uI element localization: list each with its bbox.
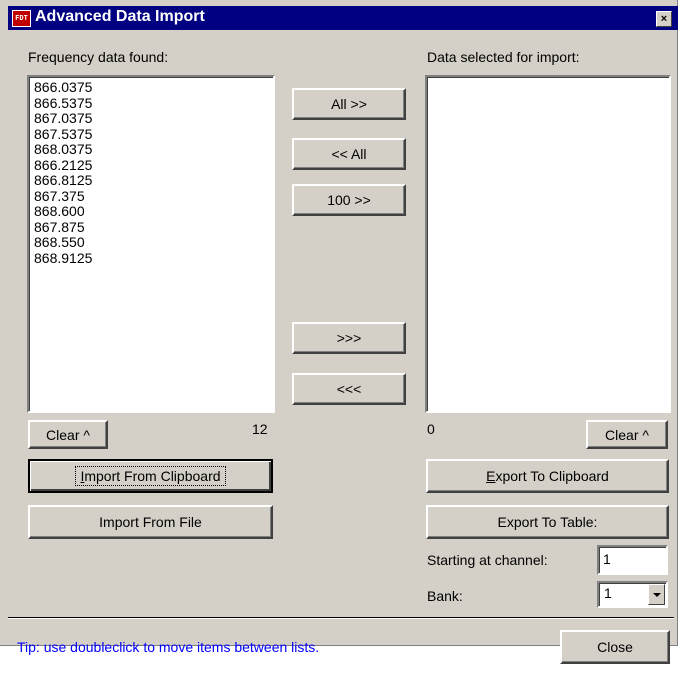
frequency-data-label: Frequency data found: bbox=[28, 49, 169, 65]
move-selected-left-label: <<< bbox=[336, 381, 362, 397]
dropdown-arrow-button[interactable] bbox=[648, 584, 665, 605]
right-count: 0 bbox=[427, 421, 435, 437]
left-list-item[interactable]: 868.600 bbox=[29, 203, 273, 220]
move-all-left-label: << All bbox=[331, 146, 367, 162]
left-count: 12 bbox=[252, 421, 268, 437]
bank-label: Bank: bbox=[427, 588, 463, 604]
export-to-table-label: Export To Table: bbox=[497, 514, 598, 530]
clear-left-label: Clear ^ bbox=[46, 426, 90, 443]
import-from-clipboard-label: Import From Clipboard bbox=[75, 466, 226, 486]
frequency-data-list[interactable]: 866.0375 866.5375 867.0375 867.5375 868.0375… bbox=[27, 75, 275, 413]
left-list-item[interactable]: 867.375 bbox=[29, 188, 273, 205]
export-clipboard-text: xport To Clipboard bbox=[495, 468, 609, 484]
left-list-item[interactable]: 867.5375 bbox=[29, 126, 273, 143]
import-from-clipboard-button[interactable]: Import From Clipboard bbox=[28, 459, 273, 493]
clear-right-button[interactable]: Clear ^ bbox=[586, 420, 668, 449]
move-all-right-button[interactable]: All >> bbox=[292, 88, 406, 120]
data-selected-label: Data selected for import: bbox=[427, 49, 580, 65]
move-all-right-label: All >> bbox=[331, 96, 367, 112]
move-100-right-label: 100 >> bbox=[327, 192, 371, 208]
close-button-label: Close bbox=[597, 639, 633, 655]
left-list-item[interactable]: 867.0375 bbox=[29, 110, 273, 127]
close-icon[interactable]: × bbox=[656, 11, 672, 27]
left-list-item[interactable]: 868.9125 bbox=[29, 250, 273, 267]
export-to-clipboard-label: Export To Clipboard bbox=[486, 468, 609, 484]
starting-channel-label: Starting at channel: bbox=[427, 552, 548, 568]
starting-channel-input[interactable]: 1 bbox=[597, 545, 668, 575]
left-list-item[interactable]: 868.0375 bbox=[29, 141, 273, 158]
title-bar[interactable]: FDT Advanced Data Import × bbox=[8, 6, 678, 30]
move-selected-right-button[interactable]: >>> bbox=[292, 322, 406, 354]
import-clipboard-text: mport From Clipboard bbox=[84, 468, 221, 484]
move-all-left-button[interactable]: << All bbox=[292, 138, 406, 170]
separator-line bbox=[8, 617, 674, 619]
app-icon: FDT bbox=[12, 10, 31, 27]
data-selected-list[interactable] bbox=[425, 75, 671, 413]
import-from-file-button[interactable]: Import From File bbox=[28, 505, 273, 539]
clear-left-button[interactable]: Clear ^ bbox=[28, 420, 108, 449]
export-to-table-button[interactable]: Export To Table: bbox=[426, 505, 669, 539]
bank-select[interactable]: 1 bbox=[597, 581, 668, 608]
close-button[interactable]: Close bbox=[560, 630, 670, 664]
dialog-window: FDT Advanced Data Import × Frequency dat… bbox=[0, 0, 678, 664]
left-list-item[interactable]: 866.0375 bbox=[29, 79, 273, 96]
left-list-item[interactable]: 866.8125 bbox=[29, 172, 273, 189]
tip-text: Tip: use doubleclick to move items betwe… bbox=[17, 639, 320, 655]
left-list-item[interactable]: 866.2125 bbox=[29, 157, 273, 174]
move-selected-right-label: >>> bbox=[336, 330, 362, 346]
clear-right-label: Clear ^ bbox=[605, 426, 649, 443]
import-from-file-label: Import From File bbox=[99, 514, 202, 530]
left-list-item[interactable]: 868.550 bbox=[29, 234, 273, 251]
bank-select-value: 1 bbox=[604, 585, 612, 601]
move-selected-left-button[interactable]: <<< bbox=[292, 373, 406, 405]
left-list-item[interactable]: 867.875 bbox=[29, 219, 273, 236]
window-title: Advanced Data Import bbox=[35, 8, 205, 25]
left-list-item[interactable]: 866.5375 bbox=[29, 95, 273, 112]
chevron-down-icon bbox=[653, 593, 661, 597]
move-100-right-button[interactable]: 100 >> bbox=[292, 184, 406, 216]
export-to-clipboard-button[interactable]: Export To Clipboard bbox=[426, 459, 669, 493]
